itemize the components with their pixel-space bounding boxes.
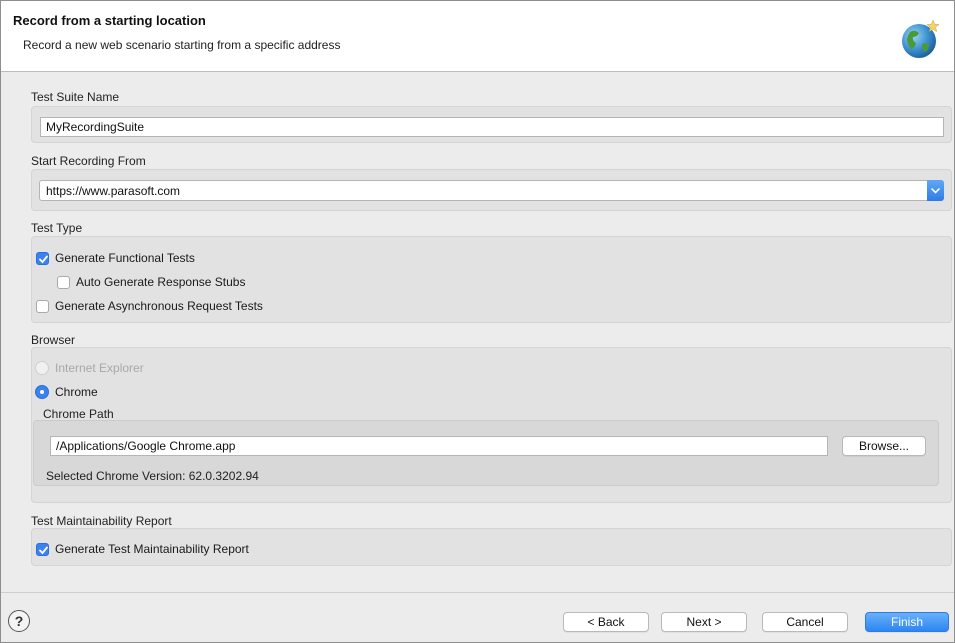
checkbox-checked-icon: [36, 251, 49, 265]
wizard-dialog: Record from a starting location Record a…: [0, 0, 955, 643]
maintainability-label: Test Maintainability Report: [31, 514, 172, 528]
auto-generate-stubs-label: Auto Generate Response Stubs: [76, 275, 246, 289]
footer-divider: [1, 592, 954, 593]
help-icon[interactable]: ?: [8, 610, 30, 632]
checkbox-unchecked-icon: [57, 275, 70, 289]
checkbox-checked-icon: [36, 542, 49, 556]
auto-generate-stubs-checkbox[interactable]: Auto Generate Response Stubs: [57, 275, 245, 289]
browser-label: Browser: [31, 333, 76, 347]
chrome-label: Chrome: [55, 385, 98, 399]
chrome-version-text: Selected Chrome Version: 62.0.3202.94: [46, 469, 259, 483]
finish-button[interactable]: Finish: [865, 612, 949, 632]
wizard-title: Record from a starting location: [13, 13, 206, 28]
generate-async-tests-label: Generate Asynchronous Request Tests: [55, 299, 263, 313]
start-url-value: https://www.parasoft.com: [46, 184, 181, 198]
chrome-path-input[interactable]: [50, 436, 828, 456]
next-button[interactable]: Next >: [661, 612, 747, 632]
combo-dropdown-button[interactable]: [927, 180, 944, 201]
radio-selected-icon: [35, 385, 49, 399]
generate-functional-tests-checkbox[interactable]: Generate Functional Tests: [36, 251, 195, 265]
wizard-header: Record from a starting location Record a…: [1, 1, 954, 72]
test-type-group: Generate Functional Tests Auto Generate …: [31, 236, 952, 323]
generate-async-tests-checkbox[interactable]: Generate Asynchronous Request Tests: [36, 299, 263, 313]
checkbox-unchecked-icon: [36, 299, 49, 313]
maintainability-group: Generate Test Maintainability Report: [31, 528, 952, 566]
browse-button[interactable]: Browse...: [842, 436, 926, 456]
chevron-down-icon: [931, 188, 940, 194]
test-suite-name-label: Test Suite Name: [31, 90, 120, 104]
start-recording-group: https://www.parasoft.com: [31, 169, 952, 211]
radio-disabled-icon: [35, 361, 49, 375]
chrome-radio[interactable]: Chrome: [35, 385, 98, 399]
test-suite-name-input[interactable]: [40, 117, 944, 137]
chrome-path-group: Browse... Selected Chrome Version: 62.0.…: [33, 420, 939, 486]
generate-maintainability-report-checkbox[interactable]: Generate Test Maintainability Report: [36, 542, 249, 556]
globe-wizard-icon: [902, 19, 940, 58]
back-button[interactable]: < Back: [563, 612, 649, 632]
generate-functional-tests-label: Generate Functional Tests: [55, 251, 195, 265]
cancel-button[interactable]: Cancel: [762, 612, 848, 632]
start-url-combo[interactable]: https://www.parasoft.com: [39, 180, 944, 201]
internet-explorer-label: Internet Explorer: [55, 361, 144, 375]
start-recording-label: Start Recording From: [31, 154, 146, 168]
wizard-description: Record a new web scenario starting from …: [23, 38, 341, 52]
test-type-label: Test Type: [31, 221, 83, 235]
internet-explorer-radio: Internet Explorer: [35, 361, 144, 375]
generate-maintainability-report-label: Generate Test Maintainability Report: [55, 542, 249, 556]
test-suite-group: [31, 106, 952, 143]
chrome-path-label: Chrome Path: [43, 407, 114, 421]
